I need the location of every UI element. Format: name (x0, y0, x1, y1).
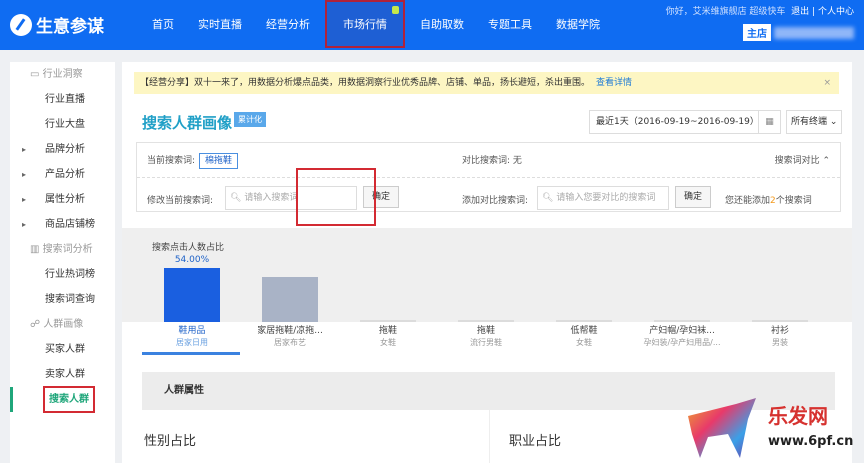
category-label: 家居拖鞋/凉拖... (257, 326, 323, 336)
category-chart: 搜索点击人数占比 54.00% (122, 228, 852, 322)
terminal-select[interactable]: 所有终端 ⌄ (786, 110, 842, 134)
category-tab[interactable]: 家居拖鞋/凉拖... 居家布艺 (242, 326, 338, 348)
chart-bar[interactable] (262, 277, 318, 322)
nav-market[interactable]: 市场行情 (325, 0, 405, 48)
chart-bar[interactable] (164, 268, 220, 322)
compare-keyword-input[interactable]: 🔍︎ 请输入您要对比的搜索词 (537, 186, 669, 210)
sidebar-group-crowd: ☍ 人群画像 (30, 319, 84, 330)
selected-category-indicator (142, 352, 240, 355)
greeting: 你好，艾米维旗舰店 超级快车 (665, 7, 786, 17)
nav-home[interactable]: 首页 (140, 0, 186, 50)
category-tab[interactable]: 衬衫 男装 (732, 326, 828, 348)
highlight-box (296, 168, 376, 226)
category-tab[interactable]: 产妇帽/孕妇袜... 孕妇装/孕产妇用品/... (634, 326, 730, 348)
compare-confirm-button[interactable]: 确定 (675, 186, 712, 208)
date-range-picker[interactable]: 最近1天（2016-09-19~2016-09-19） ▦ (589, 110, 781, 134)
sidebar: ▭ 行业洞察 行业直播 行业大盘 品牌分析 产品分析 属性分析 商品店铺榜 ▥ … (10, 62, 115, 463)
sidebar-item-product[interactable]: 产品分析 (10, 162, 115, 187)
category-sublabel: 男装 (772, 338, 788, 347)
chart-title: 搜索点击人数占比 (152, 243, 225, 253)
current-keyword[interactable]: 棉拖鞋 (199, 153, 239, 169)
nav-tools[interactable]: 专题工具 (476, 0, 544, 50)
compare-toggle[interactable]: 搜索词对比 ⌃ (775, 153, 830, 166)
chart-bar[interactable] (654, 320, 710, 322)
search-icon: 🔍︎ (230, 193, 242, 203)
category-label: 拖鞋 (378, 326, 397, 336)
category-tab[interactable]: 拖鞋 流行男鞋 (438, 326, 534, 348)
logout-link[interactable]: 退出 (791, 7, 809, 17)
sidebar-item-brand[interactable]: 品牌分析 (10, 137, 115, 162)
sidebar-item-shop-rank[interactable]: 商品店铺榜 (10, 212, 115, 237)
sidebar-item-industry-live[interactable]: 行业直播 (10, 87, 115, 112)
sidebar-group-industry: ▭ 行业洞察 (30, 69, 83, 80)
calendar-icon[interactable]: ▦ (758, 111, 780, 133)
category-label: 衬衫 (770, 326, 789, 336)
sidebar-item-industry-overview[interactable]: 行业大盘 (10, 112, 115, 137)
category-tab[interactable]: 低帮鞋 女鞋 (536, 326, 632, 348)
remaining-hint: 您还能添加2个搜索词 (725, 196, 812, 206)
category-tab[interactable]: 鞋用品 居家日用 (144, 326, 240, 348)
category-label: 鞋用品 (178, 326, 206, 336)
shop-switcher[interactable]: 主店 (743, 24, 854, 41)
sidebar-item-hot-words[interactable]: 行业热词榜 (10, 262, 115, 287)
category-sublabel: 女鞋 (576, 338, 592, 347)
chart-bar[interactable] (458, 320, 514, 322)
top-header: 生意参谋 首页 实时直播 经营分析 市场行情 自助取数 专题工具 数据学院 你好… (0, 0, 864, 50)
category-label: 拖鞋 (476, 326, 495, 336)
category-tab[interactable]: 拖鞋 女鞋 (340, 326, 436, 348)
close-icon[interactable]: × (823, 72, 831, 94)
gender-title: 性别占比 (144, 434, 197, 449)
nav-academy[interactable]: 数据学院 (544, 0, 612, 50)
occupation-title: 职业占比 (509, 434, 562, 449)
watermark-logo: 乐发网 www.6pf.cn (680, 398, 860, 460)
bull-logo-icon (688, 398, 756, 458)
chart-bar[interactable] (752, 320, 808, 322)
chart-bar[interactable] (360, 320, 416, 322)
category-sublabel: 孕妇装/孕产妇用品/... (643, 338, 721, 347)
new-badge-icon (392, 6, 399, 14)
user-info: 你好，艾米维旗舰店 超级快车 退出 | 个人中心 (665, 7, 854, 17)
category-label: 产妇帽/孕妇袜... (649, 326, 715, 336)
shop-badge: 主店 (743, 24, 771, 41)
chart-bar[interactable] (556, 320, 612, 322)
shop-name-blurred (774, 26, 854, 39)
user-center-link[interactable]: 个人中心 (818, 7, 854, 17)
notice-link[interactable]: 查看详情 (596, 78, 632, 88)
category-sublabel: 流行男鞋 (470, 338, 502, 347)
nav-business[interactable]: 经营分析 (254, 0, 322, 50)
sidebar-item-attribute[interactable]: 属性分析 (10, 187, 115, 212)
sidebar-item-sellers[interactable]: 卖家人群 (10, 362, 115, 387)
category-label: 低帮鞋 (570, 326, 598, 336)
nav-realtime[interactable]: 实时直播 (186, 0, 254, 50)
page-title: 搜索人群画像 (142, 114, 233, 132)
search-panel: 当前搜索词: 棉拖鞋 对比搜索词: 无 搜索词对比 ⌃ 修改当前搜索词: 🔍︎ 请… (136, 142, 841, 212)
chevron-up-icon: ⌃ (822, 156, 830, 166)
logo[interactable]: 生意参谋 (10, 12, 104, 37)
cumulative-tag: 累计化 (234, 112, 266, 127)
sidebar-item-buyers[interactable]: 买家人群 (10, 337, 115, 362)
data-label: 54.00% (174, 255, 210, 265)
category-sublabel: 居家布艺 (274, 338, 306, 347)
nav-self-fetch[interactable]: 自助取数 (408, 0, 476, 50)
logo-icon (10, 13, 32, 36)
main-nav: 首页 实时直播 经营分析 市场行情 自助取数 专题工具 数据学院 (140, 0, 612, 50)
category-sublabel: 居家日用 (176, 338, 208, 347)
search-icon: 🔍︎ (542, 193, 554, 203)
notice-bar: 【经营分享】双十一来了，用数据分析爆点品类，用数据洞察行业优秀品牌、店铺、单品，… (134, 72, 839, 94)
sidebar-group-search: ▥ 搜索词分析 (30, 244, 93, 255)
sidebar-item-search-crowd[interactable]: 搜索人群 (10, 386, 115, 413)
compare-label: 对比搜索词: 无 (462, 156, 522, 166)
category-sublabel: 女鞋 (380, 338, 396, 347)
sidebar-item-word-query[interactable]: 搜索词查询 (10, 287, 115, 312)
